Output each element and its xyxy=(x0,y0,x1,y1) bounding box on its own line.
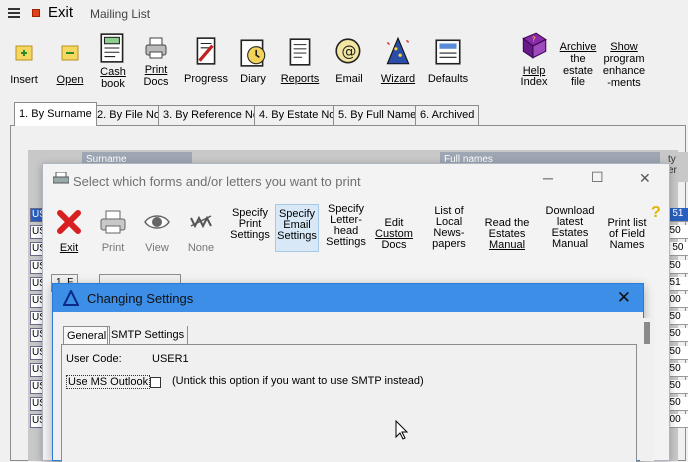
wizard-button[interactable]: Wizard xyxy=(378,36,418,90)
wizard-hat-icon xyxy=(386,36,410,65)
print-print-button[interactable]: Print xyxy=(95,208,131,258)
printer-icon xyxy=(53,172,69,184)
print-field-names-button[interactable]: Print list of Field Names xyxy=(605,218,649,262)
tab-general[interactable]: General xyxy=(63,326,111,346)
print-docs-button[interactable]: Print Docs xyxy=(140,34,172,90)
exit-icon[interactable] xyxy=(32,9,40,17)
open-icon xyxy=(61,45,79,61)
svg-text:?: ? xyxy=(532,35,536,44)
email-button[interactable]: @ Email xyxy=(330,36,368,90)
show-enhancements-button[interactable]: Show program enhance -ments xyxy=(602,42,646,92)
help-book-icon: ? xyxy=(522,32,547,59)
print-window-title: Select which forms and/or letters you wa… xyxy=(73,174,361,189)
dialog-close-button[interactable]: ✕ xyxy=(617,288,631,308)
close-button[interactable]: ✕ xyxy=(639,170,651,187)
tab-by-estate-no[interactable]: 4. By Estate No xyxy=(254,105,341,125)
print-exit-button[interactable]: Exit xyxy=(51,208,87,258)
help-index-button[interactable]: ? Help Index xyxy=(514,30,554,90)
open-button[interactable]: Open xyxy=(54,38,86,88)
tab-by-file-no[interactable]: 2. By File No xyxy=(92,105,165,125)
general-settings-panel: User Code: USER1 Use MS Outlook (Untick … xyxy=(61,344,637,462)
edit-custom-docs-button[interactable]: Edit Custom Docs xyxy=(373,218,415,262)
changing-settings-dialog: Changing Settings ✕ General SMTP Setting… xyxy=(52,283,644,462)
mouse-cursor-icon xyxy=(395,420,409,440)
outlook-hint: (Untick this option if you want to use S… xyxy=(172,375,424,387)
help-question-icon[interactable]: ? xyxy=(651,204,661,222)
print-view-button[interactable]: View xyxy=(139,208,175,258)
dialog-titlebar: Changing Settings ✕ xyxy=(53,284,643,312)
printer-icon xyxy=(145,37,167,59)
none-icon xyxy=(190,215,212,229)
printer-icon xyxy=(100,210,126,234)
tab-by-full-names[interactable]: 5. By Full Names xyxy=(333,105,427,125)
specify-email-settings-button[interactable]: Specify Email Settings xyxy=(275,204,319,252)
use-ms-outlook-label[interactable]: Use MS Outlook xyxy=(66,375,151,389)
minimize-button[interactable]: ─ xyxy=(543,170,553,186)
use-ms-outlook-checkbox[interactable] xyxy=(150,377,161,388)
tab-smtp-settings[interactable]: SMTP Settings xyxy=(107,326,189,346)
print-none-button[interactable]: None xyxy=(183,208,219,258)
insert-button[interactable]: Insert xyxy=(6,38,42,88)
progress-button[interactable]: Progress xyxy=(184,34,228,90)
specify-print-settings-button[interactable]: Specify Print Settings xyxy=(229,208,271,252)
maximize-button[interactable]: ☐ xyxy=(591,169,604,186)
user-code-value: USER1 xyxy=(152,353,189,365)
eye-icon xyxy=(144,215,170,229)
exit-menu[interactable]: Exit xyxy=(48,4,73,21)
tab-archived[interactable]: 6. Archived xyxy=(415,105,480,125)
app-menubar: Exit Mailing List xyxy=(0,0,688,28)
list-local-newspapers-button[interactable]: List of Local News- papers xyxy=(427,206,471,258)
reports-button[interactable]: Reports xyxy=(280,36,320,90)
diary-button[interactable]: Diary xyxy=(236,36,270,90)
hamburger-menu-icon[interactable] xyxy=(8,8,20,18)
email-icon: @ xyxy=(335,38,361,64)
progress-icon xyxy=(196,37,216,65)
app-title: Mailing List xyxy=(90,7,151,21)
defaults-button[interactable]: Defaults xyxy=(426,36,470,90)
dialog-title: Changing Settings xyxy=(87,291,194,306)
insert-icon xyxy=(15,45,33,61)
specify-letterhead-settings-button[interactable]: Specify Letter- head Settings xyxy=(323,204,369,256)
dialog-scrollbar[interactable] xyxy=(640,318,654,461)
user-code-label: User Code: xyxy=(66,353,122,365)
read-estates-manual-button[interactable]: Read the Estates Manual xyxy=(483,218,531,262)
reports-icon xyxy=(289,38,311,66)
defaults-icon xyxy=(435,39,461,65)
exit-x-icon xyxy=(57,210,81,234)
svg-text:@: @ xyxy=(342,42,357,60)
tab-by-surname[interactable]: 1. By Surname xyxy=(14,102,97,126)
archive-estate-button[interactable]: Archive the estate file xyxy=(556,42,600,88)
scrollbar-thumb[interactable] xyxy=(644,322,650,344)
diary-clock-icon xyxy=(240,39,266,67)
cash-book-icon xyxy=(100,33,124,63)
warning-triangle-icon xyxy=(63,290,79,306)
cash-book-button[interactable]: Cash book xyxy=(96,32,130,90)
download-estates-manual-button[interactable]: Download latest Estates Manual xyxy=(543,206,597,258)
tab-by-reference-no[interactable]: 3. By Reference No xyxy=(158,105,264,125)
